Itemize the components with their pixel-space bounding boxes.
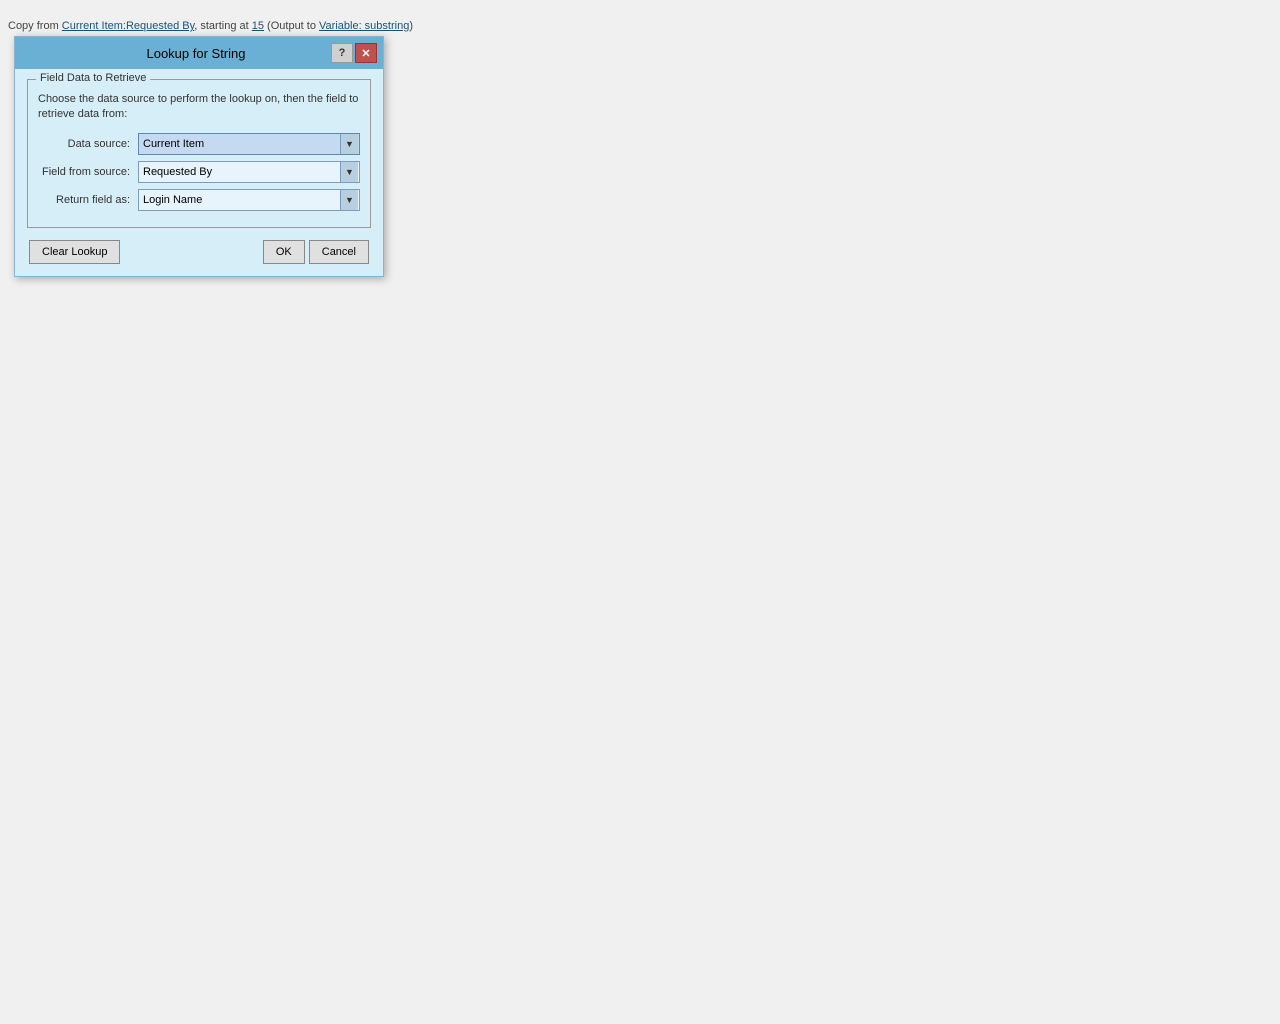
dialog-overlay: Lookup for String ? ✕ Field Data to Retr… bbox=[14, 36, 384, 277]
field-data-group: Field Data to Retrieve Choose the data s… bbox=[27, 79, 371, 228]
data-source-row: Data source: Current Item ▼ bbox=[38, 133, 360, 155]
dialog-footer: Clear Lookup OK Cancel bbox=[27, 240, 371, 264]
desc-line1: Choose the data source to perform the lo… bbox=[38, 93, 358, 105]
footer-right-buttons: OK Cancel bbox=[263, 240, 369, 264]
titlebar-buttons: ? ✕ bbox=[331, 43, 377, 63]
middle-text: , starting at bbox=[194, 20, 251, 32]
close-button[interactable]: ✕ bbox=[355, 43, 377, 63]
copy-text: Copy from bbox=[8, 20, 62, 32]
variable-link[interactable]: Variable: substring bbox=[319, 20, 409, 32]
field-description: Choose the data source to perform the lo… bbox=[38, 92, 360, 123]
return-field-select[interactable]: Login Name bbox=[138, 189, 360, 211]
output-text: (Output to bbox=[264, 20, 319, 32]
return-field-row: Return field as: Login Name ▼ bbox=[38, 189, 360, 211]
data-source-wrapper: Current Item ▼ bbox=[138, 133, 360, 155]
field-group-legend: Field Data to Retrieve bbox=[36, 72, 150, 84]
field-from-source-select[interactable]: Requested By bbox=[138, 161, 360, 183]
lookup-dialog: Lookup for String ? ✕ Field Data to Retr… bbox=[14, 36, 384, 277]
cancel-button[interactable]: Cancel bbox=[309, 240, 369, 264]
current-item-link[interactable]: Current Item:Requested By bbox=[62, 20, 194, 32]
data-source-select[interactable]: Current Item bbox=[138, 133, 360, 155]
background-info: Copy from Current Item:Requested By, sta… bbox=[0, 18, 421, 34]
desc-line2: retrieve data from: bbox=[38, 108, 127, 120]
data-source-label: Data source: bbox=[38, 138, 138, 150]
return-field-wrapper: Login Name ▼ bbox=[138, 189, 360, 211]
dialog-title: Lookup for String bbox=[21, 46, 331, 61]
return-field-label: Return field as: bbox=[38, 194, 138, 206]
dialog-body: Field Data to Retrieve Choose the data s… bbox=[15, 69, 383, 276]
clear-lookup-button[interactable]: Clear Lookup bbox=[29, 240, 120, 264]
ok-button[interactable]: OK bbox=[263, 240, 305, 264]
field-from-source-wrapper: Requested By ▼ bbox=[138, 161, 360, 183]
field-from-source-label: Field from source: bbox=[38, 166, 138, 178]
position-link[interactable]: 15 bbox=[252, 20, 264, 32]
close-paren-text: ) bbox=[409, 20, 413, 32]
dialog-titlebar: Lookup for String ? ✕ bbox=[15, 37, 383, 69]
help-button[interactable]: ? bbox=[331, 43, 353, 63]
field-from-source-row: Field from source: Requested By ▼ bbox=[38, 161, 360, 183]
